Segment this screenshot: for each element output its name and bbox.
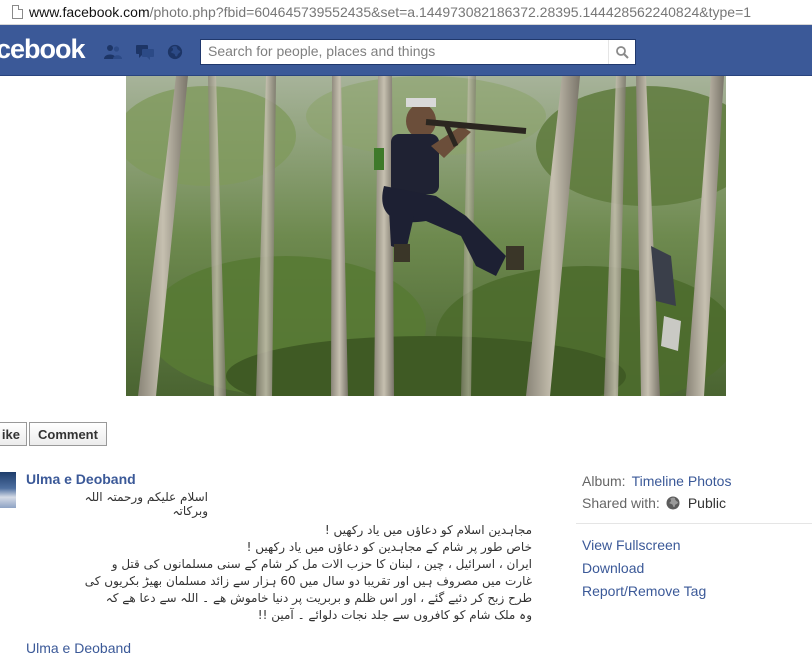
author-link[interactable]: Ulma e Deoband [26, 640, 131, 656]
avatar[interactable] [0, 472, 16, 508]
search-box[interactable] [200, 39, 636, 65]
post-body: مجاہدین اسلام کو دعاؤں میں یاد رکھیں ! خ… [24, 522, 532, 624]
globe-icon[interactable] [166, 44, 184, 60]
comment-button[interactable]: Comment [29, 422, 107, 446]
album-link[interactable]: Timeline Photos [632, 470, 732, 492]
post-line: غارت میں مصروف ہیں اور تقریبا دو سال میں… [84, 574, 532, 588]
search-input[interactable] [201, 40, 608, 62]
search-button[interactable] [608, 40, 635, 64]
like-button[interactable]: ike [0, 422, 27, 446]
page-icon [12, 5, 23, 19]
post-greeting: اسلام علیکم ورحمتہ اللہ وبرکاتہ [84, 490, 208, 518]
post-line: خاص طور پر شام کے مجاہدین کو دعاؤں میں ی… [246, 540, 532, 554]
url-text[interactable]: www.facebook.com/photo.php?fbid=60464573… [29, 4, 751, 20]
post-author[interactable]: Ulma e Deoband [26, 471, 136, 487]
download-link[interactable]: Download [582, 557, 706, 580]
shared-label: Shared with: [582, 495, 660, 511]
facebook-header: cebook [0, 25, 812, 76]
post-line: وہ ملک شام کو کافروں سے جلد نجات دلوائے … [257, 608, 532, 622]
browser-url-bar[interactable]: www.facebook.com/photo.php?fbid=60464573… [0, 0, 812, 25]
messages-icon[interactable] [136, 44, 154, 60]
post-photo[interactable] [126, 76, 726, 396]
photo-info: Album: Timeline Photos Shared with: Publ… [582, 470, 812, 514]
sidebar-divider [576, 523, 812, 524]
post-line: ایران ، اسرائیل ، چین ، لبنان کا حزب الا… [111, 557, 532, 571]
photo-details: Ulma e Deoband اسلام علیکم ورحمتہ اللہ و… [0, 456, 812, 659]
privacy-globe-icon[interactable] [666, 496, 680, 510]
album-row: Album: Timeline Photos [582, 470, 812, 492]
post-line: طرح زبح کر دئیے گئے ، اور اس ظلم و بربری… [105, 591, 532, 605]
shared-row: Shared with: Public [582, 492, 812, 514]
facebook-logo[interactable]: cebook [0, 34, 86, 65]
photo-options: View Fullscreen Download Report/Remove T… [582, 534, 706, 603]
photo-actions: ike Comment [0, 422, 107, 448]
friends-icon[interactable] [104, 44, 122, 60]
report-remove-tag-link[interactable]: Report/Remove Tag [582, 580, 706, 603]
search-icon [615, 45, 629, 59]
post-line: مجاہدین اسلام کو دعاؤں میں یاد رکھیں ! [324, 523, 532, 537]
photo-stage [0, 76, 812, 456]
view-fullscreen-link[interactable]: View Fullscreen [582, 534, 706, 557]
album-label: Album: [582, 473, 626, 489]
privacy-value[interactable]: Public [688, 492, 726, 514]
